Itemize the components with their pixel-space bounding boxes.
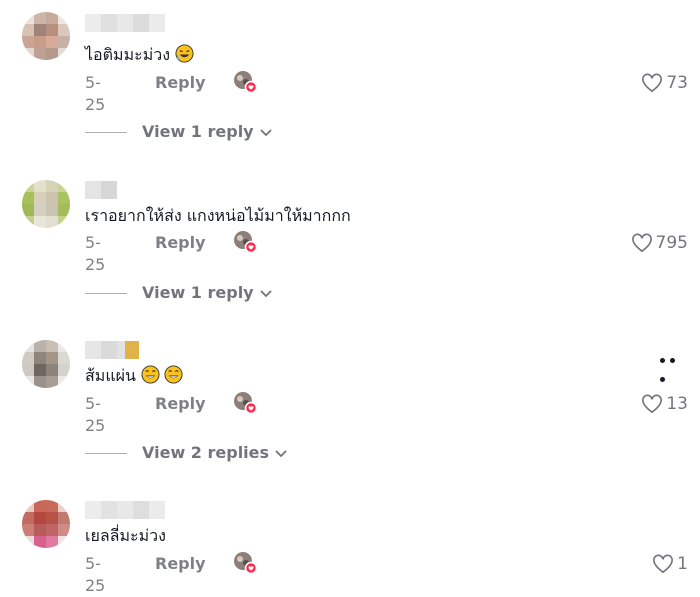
view-replies-button[interactable]: View 1 reply (85, 282, 272, 304)
like-button[interactable]: 13 (641, 392, 688, 416)
more-dots-icon (660, 358, 665, 363)
divider-line (85, 293, 127, 294)
view-replies-label: View 1 reply (142, 122, 254, 141)
comment-text: เราอยากให้ส่ง แกงหน่อไม้มาให้มากกก (85, 205, 351, 227)
like-count: 1 (677, 554, 688, 574)
view-replies-label: View 1 reply (142, 283, 254, 302)
heart-outline-icon (642, 73, 663, 93)
view-replies-button[interactable]: View 1 reply (85, 121, 272, 143)
like-count: 795 (655, 233, 688, 253)
more-options-button[interactable] (660, 348, 688, 382)
divider-line (85, 453, 127, 454)
comment-date: 5-25 (85, 233, 106, 274)
chevron-down-icon (275, 449, 287, 457)
like-count: 13 (666, 394, 688, 414)
username[interactable] (85, 341, 139, 359)
avatar[interactable] (22, 12, 70, 60)
reply-button[interactable]: Reply (155, 553, 206, 575)
username[interactable] (85, 14, 165, 32)
creator-liked-avatar-icon (234, 552, 257, 575)
chevron-down-icon (259, 289, 272, 297)
more-dot (660, 377, 665, 382)
avatar[interactable] (22, 500, 70, 548)
comment-text: เยลลี่มะม่วง (85, 525, 166, 547)
comment-text-content: ไอติมมะม่วง (85, 45, 171, 64)
reply-button[interactable]: Reply (155, 72, 206, 94)
comment-text: ไอติมมะม่วง (85, 44, 194, 66)
heart-outline-icon (642, 394, 663, 414)
like-button[interactable]: 1 (652, 552, 688, 576)
like-count: 73 (666, 73, 688, 93)
divider-line (85, 132, 127, 133)
view-replies-label: View 2 replies (142, 443, 270, 462)
creator-liked-avatar-icon (234, 392, 257, 415)
avatar[interactable] (22, 180, 70, 228)
joy-emoji (164, 365, 183, 384)
chevron-down-icon (259, 128, 272, 136)
more-dot (670, 358, 675, 363)
reply-button[interactable]: Reply (155, 232, 206, 254)
heart-outline-icon (653, 554, 674, 574)
joy-emoji (141, 365, 160, 384)
comment-text: ส้มแผ่น (85, 365, 183, 387)
creator-liked-avatar-icon (234, 71, 257, 94)
creator-liked-avatar-icon (234, 231, 257, 254)
reply-button[interactable]: Reply (155, 393, 206, 415)
like-button[interactable]: 795 (631, 231, 688, 255)
like-button[interactable]: 73 (641, 71, 688, 95)
comment-date: 5-25 (85, 554, 106, 595)
avatar[interactable] (22, 340, 70, 388)
heart-outline-icon (631, 233, 652, 253)
username[interactable] (85, 501, 165, 519)
view-replies-button[interactable]: View 2 replies (85, 442, 287, 464)
comment-text-content: ส้มแผ่น (85, 366, 136, 385)
rolling-laughing-emoji (175, 44, 194, 63)
comment-date: 5-25 (85, 73, 106, 114)
comment-date: 5-25 (85, 394, 106, 435)
comment-text-content: เราอยากให้ส่ง แกงหน่อไม้มาให้มากกก (85, 206, 351, 225)
username[interactable] (85, 181, 117, 199)
comment-text-content: เยลลี่มะม่วง (85, 526, 166, 545)
